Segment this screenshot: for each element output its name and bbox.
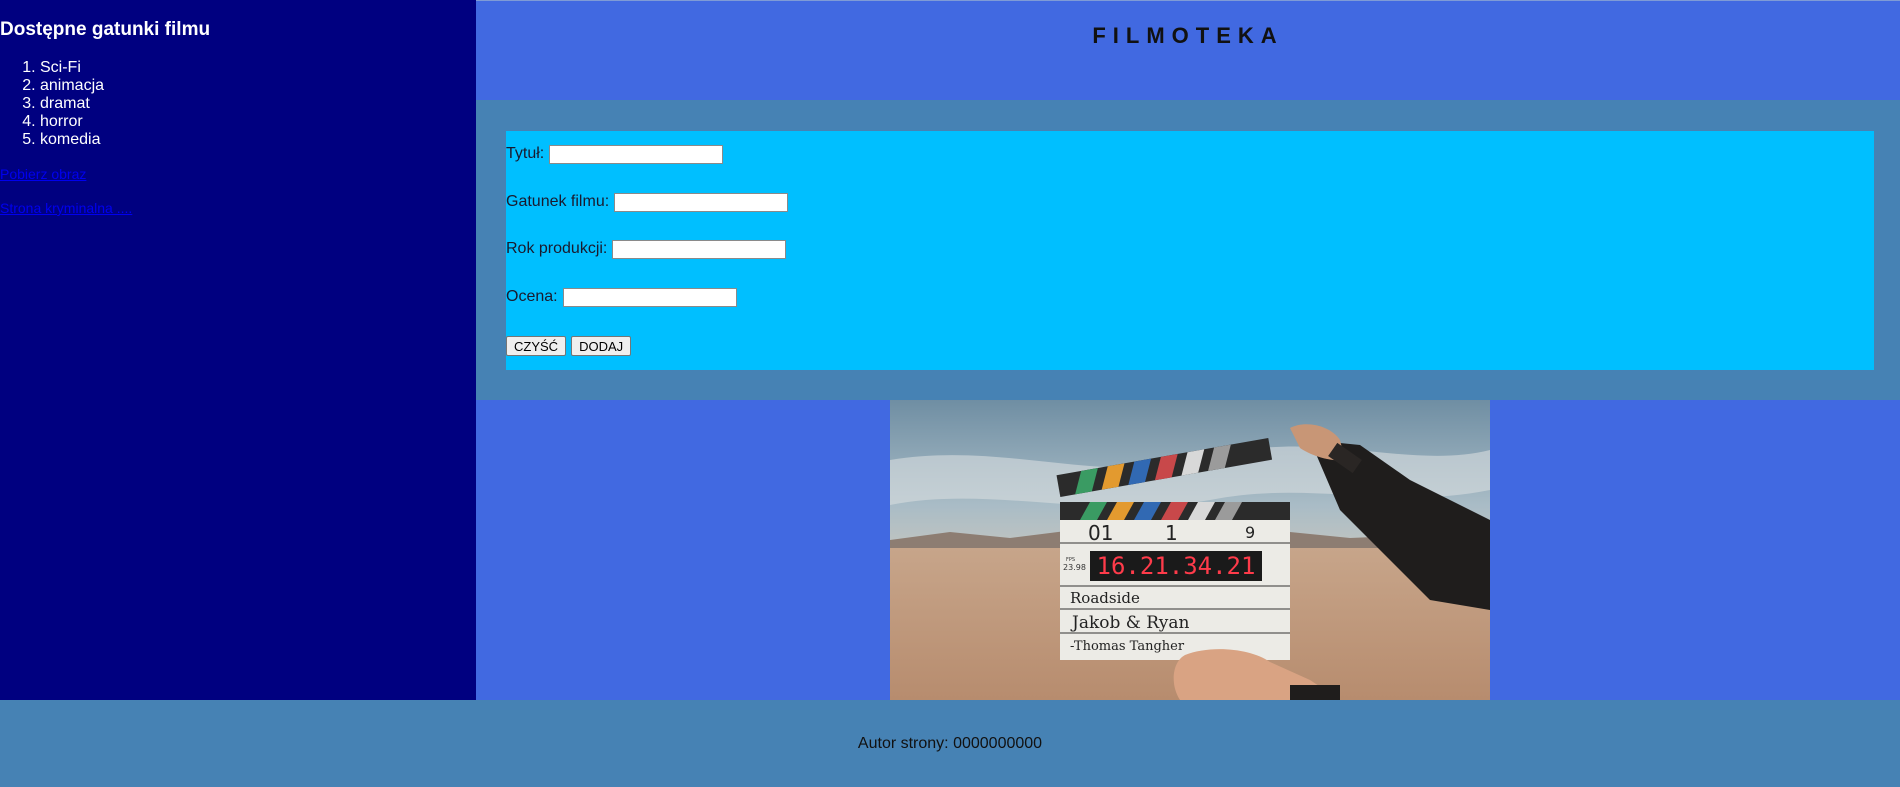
title-input[interactable] — [549, 144, 724, 164]
clapperboard-photo: 16.21.34.21 01 1 9 FPS 23.98 Roadside Ja… — [890, 400, 1490, 700]
sidebar: Dostępne gatunki filmu Sci-Fi animacja d… — [0, 0, 476, 700]
genre-list: Sci-Fi animacja dramat horror komedia — [0, 59, 104, 149]
title-row: Tytuł: — [506, 143, 724, 165]
genre-item-scifi: Sci-Fi — [40, 59, 104, 77]
author-text: Autor strony: 0000000000 — [857, 735, 1043, 752]
image-section: 16.21.34.21 01 1 9 FPS 23.98 Roadside Ja… — [476, 400, 1900, 700]
add-button[interactable]: DODAJ — [571, 336, 632, 356]
movie-form: Tytuł: Gatunek filmu: Rok produkcji: Oce… — [506, 131, 1874, 370]
rating-row: Ocena: — [506, 286, 737, 308]
sidebar-heading: Dostępne gatunki filmu — [0, 19, 211, 40]
clapper-camera: -Thomas Tangher — [1070, 639, 1185, 654]
clapper-scene: 1 — [1165, 521, 1178, 545]
clapper-timecode: 16.21.34.21 — [1097, 552, 1256, 580]
form-buttons: CZYŚĆ DODAJ — [506, 336, 632, 356]
footer: Autor strony: 0000000000 — [0, 700, 1900, 787]
genre-item-komedia: komedia — [40, 131, 104, 149]
year-row: Rok produkcji: — [506, 238, 787, 260]
genre-input[interactable] — [614, 192, 789, 212]
clear-button[interactable]: CZYŚĆ — [506, 336, 567, 356]
year-label: Rok produkcji: — [506, 240, 608, 257]
clapper-take: 9 — [1245, 523, 1255, 542]
clapper-director: Jakob & Ryan — [1070, 613, 1190, 633]
title-label: Tytuł: — [506, 145, 545, 162]
rating-label: Ocena: — [506, 288, 558, 305]
genre-row: Gatunek filmu: — [506, 191, 789, 213]
genre-label: Gatunek filmu: — [506, 193, 610, 210]
header: FILMOTEKA — [476, 0, 1900, 100]
clapper-roll: 01 — [1088, 521, 1113, 545]
genre-item-horror: horror — [40, 113, 104, 131]
clapper-fps-value: 23.98 — [1063, 563, 1086, 572]
crime-page-link[interactable]: Strona kryminalna .... — [0, 200, 132, 216]
download-image-link[interactable]: Pobierz obraz — [0, 166, 86, 182]
page-title: FILMOTEKA — [1092, 23, 1284, 48]
clapperboard-image: 16.21.34.21 01 1 9 FPS 23.98 Roadside Ja… — [890, 400, 1490, 700]
genre-item-dramat: dramat — [40, 95, 104, 113]
genre-item-animacja: animacja — [40, 77, 104, 95]
rating-input[interactable] — [562, 287, 737, 307]
year-input[interactable] — [612, 239, 787, 259]
form-section: Tytuł: Gatunek filmu: Rok produkcji: Oce… — [476, 100, 1900, 400]
clapper-production: Roadside — [1070, 589, 1140, 607]
